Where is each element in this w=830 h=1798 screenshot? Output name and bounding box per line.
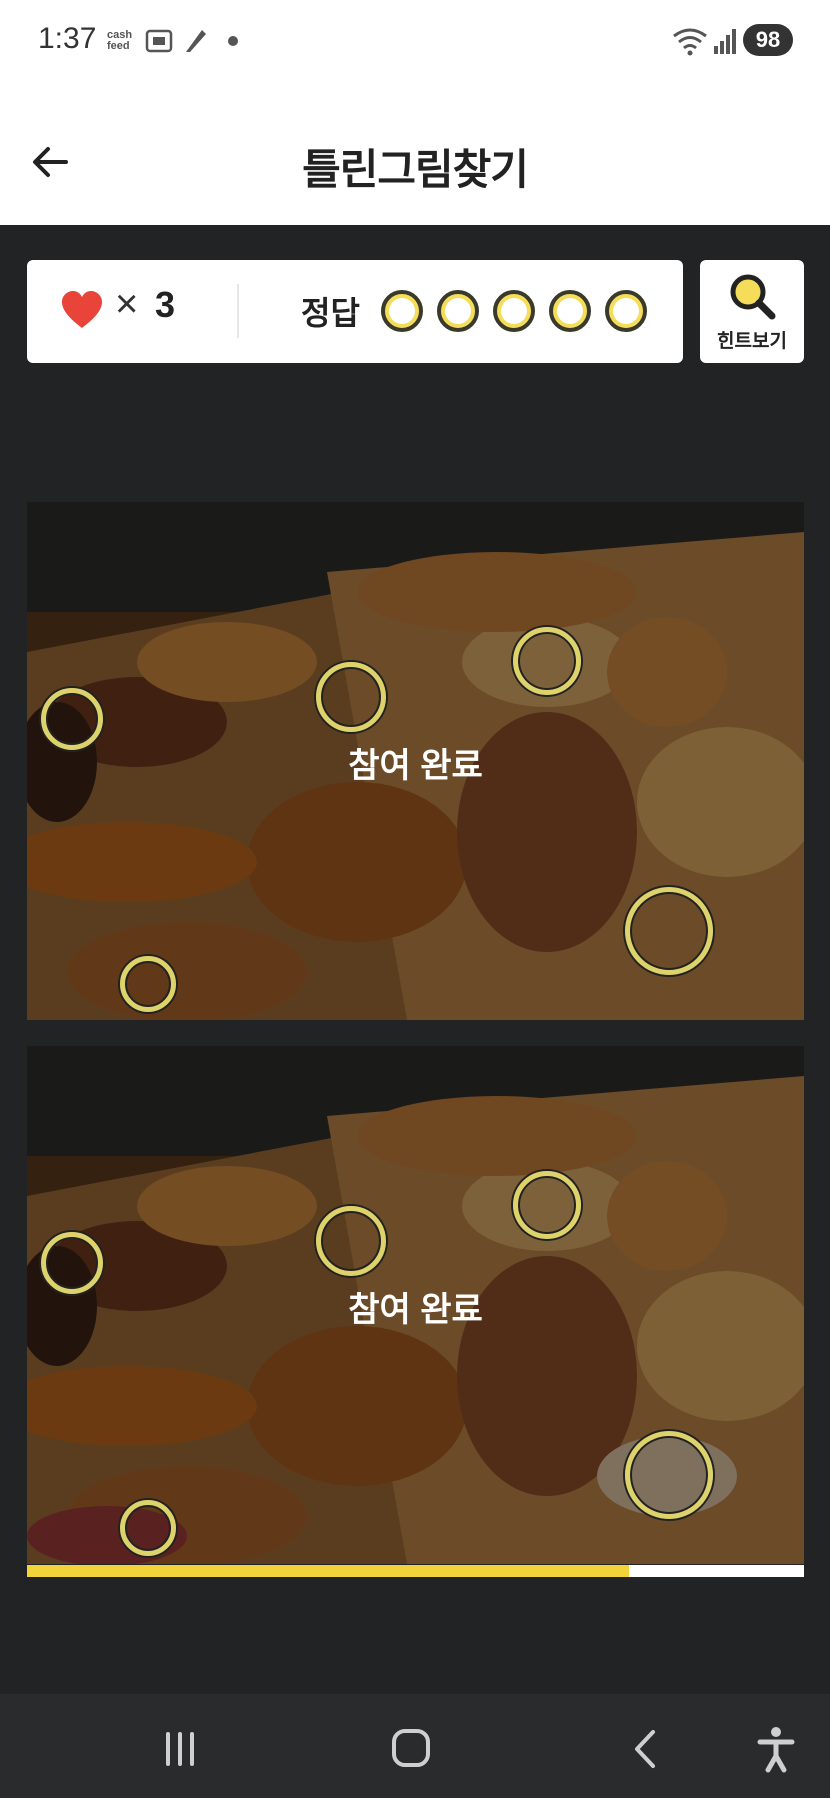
feather-icon <box>186 30 206 52</box>
difference-marker <box>316 1206 386 1276</box>
cashfeed-icon: cash feed <box>107 29 133 52</box>
heart-icon <box>62 291 102 328</box>
nav-back-icon[interactable] <box>615 1724 675 1774</box>
home-icon[interactable] <box>381 1724 441 1774</box>
puzzle-image-modified[interactable]: 참여 완료 <box>27 1046 804 1564</box>
game-info-card: × 3 정답 <box>27 260 683 363</box>
progress-fill <box>27 1565 630 1577</box>
answer-label: 정답 <box>301 295 360 331</box>
time-progress-bar <box>27 1565 804 1577</box>
signal-icon <box>714 29 736 54</box>
difference-marker <box>120 1500 176 1556</box>
system-navigation-bar <box>0 1694 830 1798</box>
app-header: 틀린그림찾기 <box>0 84 830 225</box>
lives-multiplier: × <box>115 282 139 326</box>
difference-marker <box>513 1171 581 1239</box>
status-time: 1:37 <box>38 22 97 55</box>
difference-marker <box>625 1431 713 1519</box>
recent-apps-icon[interactable] <box>150 1724 210 1774</box>
screenshot-icon <box>145 29 173 53</box>
accessibility-icon[interactable] <box>746 1724 806 1774</box>
completed-label: 참여 완료 <box>348 1291 483 1329</box>
divider <box>237 284 239 338</box>
answer-slot <box>493 290 535 332</box>
difference-marker <box>120 956 176 1012</box>
puzzle-image-original[interactable]: 참여 완료 <box>27 502 804 1020</box>
magnifier-icon <box>730 274 776 320</box>
hint-label: 힌트보기 <box>717 331 787 352</box>
completed-label: 참여 완료 <box>348 747 483 785</box>
answer-slot <box>381 290 423 332</box>
answer-slot <box>549 290 591 332</box>
difference-marker <box>513 627 581 695</box>
battery-indicator: 98 <box>743 24 793 56</box>
answer-slots <box>381 290 647 332</box>
difference-marker <box>625 887 713 975</box>
lives-count: 3 <box>155 284 176 325</box>
wifi-icon <box>673 28 707 56</box>
difference-marker <box>316 662 386 732</box>
status-bar: 1:37 cash feed 98 <box>0 0 830 84</box>
page-title: 틀린그림찾기 <box>302 146 529 193</box>
answer-slot <box>605 290 647 332</box>
hint-button[interactable]: 힌트보기 <box>700 260 804 363</box>
notification-dot-icon <box>228 36 238 46</box>
answer-slot <box>437 290 479 332</box>
